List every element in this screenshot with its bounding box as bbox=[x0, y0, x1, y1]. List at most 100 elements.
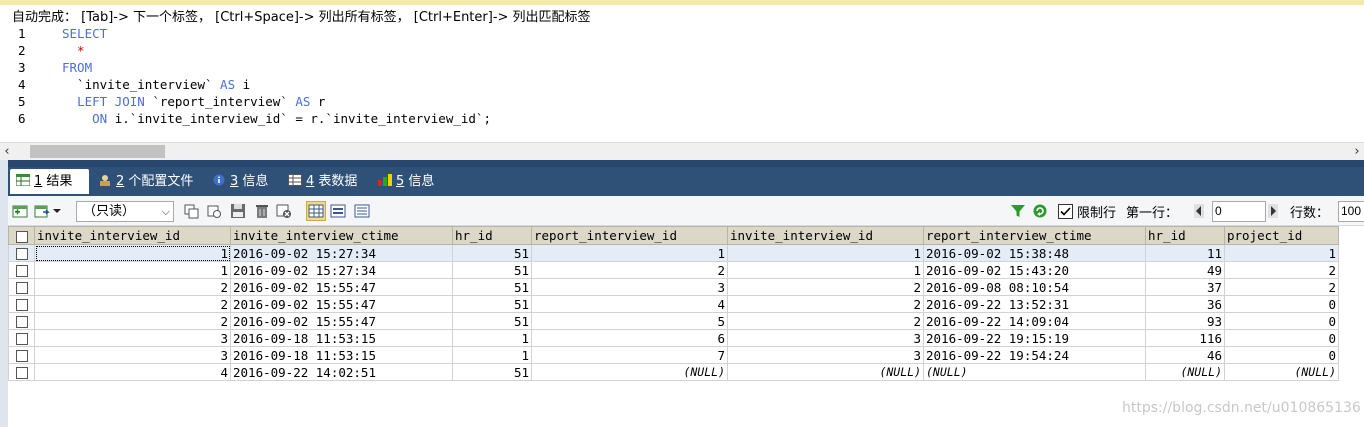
row-count-input[interactable] bbox=[1338, 201, 1364, 222]
table-cell[interactable]: 1 bbox=[34, 244, 231, 262]
table-cell[interactable]: 2 bbox=[34, 312, 231, 330]
save-icon[interactable] bbox=[230, 203, 246, 219]
table-cell[interactable]: 2016-09-22 13:52:31 bbox=[923, 295, 1146, 313]
table-cell[interactable]: 1 bbox=[452, 329, 532, 347]
table-cell[interactable]: 3 bbox=[34, 329, 231, 347]
table-cell[interactable]: (NULL) bbox=[923, 363, 1146, 381]
table-cell[interactable]: 2 bbox=[727, 278, 924, 296]
row-checkbox[interactable] bbox=[8, 346, 35, 364]
table-row[interactable]: 1 2016-09-02 15:27:34 51 1 1 2016-09-02 15:38… bbox=[8, 244, 1339, 262]
table-cell[interactable]: 2 bbox=[531, 261, 728, 279]
table-cell[interactable]: 46 bbox=[1145, 346, 1225, 364]
table-cell[interactable]: 0 bbox=[1224, 346, 1339, 364]
row-checkbox[interactable] bbox=[8, 363, 35, 381]
table-row[interactable]: 4 2016-09-22 14:02:51 51 (NULL) (NULL) (NULL)… bbox=[8, 363, 1339, 381]
tab-table-data[interactable]: 4 表数据 bbox=[282, 169, 357, 194]
table-row[interactable]: 2 2016-09-02 15:55:47 51 4 2 2016-09-22 13:52… bbox=[8, 295, 1339, 313]
delete-icon[interactable] bbox=[254, 203, 270, 219]
table-cell[interactable]: 116 bbox=[1145, 329, 1225, 347]
column-header[interactable]: hr_id bbox=[1145, 226, 1225, 245]
editor-line[interactable]: 2 * bbox=[0, 42, 1364, 59]
table-cell[interactable]: 3 bbox=[34, 346, 231, 364]
table-row[interactable]: 2 2016-09-02 15:55:47 51 3 2 2016-09-08 08:10… bbox=[8, 278, 1339, 296]
column-header[interactable]: project_id bbox=[1224, 226, 1339, 245]
editor-line[interactable]: 4 `invite_interview` AS i bbox=[0, 76, 1364, 93]
pane-divider[interactable] bbox=[0, 160, 1364, 167]
table-cell[interactable]: 1 bbox=[34, 261, 231, 279]
table-cell[interactable]: 2016-09-22 19:54:24 bbox=[923, 346, 1146, 364]
table-cell[interactable]: 6 bbox=[531, 329, 728, 347]
table-cell[interactable]: 2 bbox=[1224, 278, 1339, 296]
table-cell[interactable]: 51 bbox=[452, 363, 532, 381]
table-cell[interactable]: 1 bbox=[727, 261, 924, 279]
table-cell[interactable]: 0 bbox=[1224, 295, 1339, 313]
scroll-left-icon[interactable]: ‹ bbox=[0, 143, 14, 160]
table-cell[interactable]: 2 bbox=[727, 295, 924, 313]
select-all-checkbox[interactable] bbox=[8, 226, 35, 245]
tab-results[interactable]: 1 结果 bbox=[10, 169, 89, 194]
table-cell[interactable]: 2016-09-02 15:55:47 bbox=[230, 278, 453, 296]
row-checkbox[interactable] bbox=[8, 312, 35, 330]
table-cell[interactable]: 2 bbox=[34, 295, 231, 313]
column-header[interactable]: report_interview_id bbox=[531, 226, 728, 245]
column-header[interactable]: invite_interview_id bbox=[34, 226, 231, 245]
table-cell[interactable]: 5 bbox=[531, 312, 728, 330]
table-cell[interactable]: 0 bbox=[1224, 312, 1339, 330]
text-view-icon[interactable] bbox=[354, 203, 370, 219]
duplicate-icon[interactable] bbox=[206, 203, 222, 219]
table-cell[interactable]: 4 bbox=[531, 295, 728, 313]
table-cell[interactable]: 2016-09-22 19:15:19 bbox=[923, 329, 1146, 347]
table-cell[interactable]: 51 bbox=[452, 261, 532, 279]
editor-line[interactable]: 6 ON i.`invite_interview_id` = r.`invite… bbox=[0, 110, 1364, 127]
first-row-input[interactable] bbox=[1212, 201, 1266, 222]
next-page-icon[interactable] bbox=[1268, 204, 1278, 220]
sql-editor[interactable]: 1 SELECT 2 * 3 FROM 4 `invite_interview` AS i… bbox=[0, 24, 1364, 142]
table-cell[interactable]: 49 bbox=[1145, 261, 1225, 279]
table-cell[interactable]: 7 bbox=[531, 346, 728, 364]
table-cell[interactable]: (NULL) bbox=[1224, 363, 1339, 381]
table-cell[interactable]: 2 bbox=[727, 312, 924, 330]
export-icon[interactable] bbox=[34, 203, 50, 219]
table-cell[interactable]: 2 bbox=[34, 278, 231, 296]
editor-line[interactable]: 3 FROM bbox=[0, 59, 1364, 76]
table-cell[interactable]: 2016-09-02 15:55:47 bbox=[230, 295, 453, 313]
column-header[interactable]: hr_id bbox=[452, 226, 532, 245]
table-cell[interactable]: 2016-09-18 11:53:15 bbox=[230, 346, 453, 364]
table-cell[interactable]: 36 bbox=[1145, 295, 1225, 313]
table-cell[interactable]: 0 bbox=[1224, 329, 1339, 347]
table-cell[interactable]: (NULL) bbox=[1145, 363, 1225, 381]
table-cell[interactable]: (NULL) bbox=[727, 363, 924, 381]
refresh-icon[interactable] bbox=[1032, 203, 1048, 219]
table-cell[interactable]: 2016-09-18 11:53:15 bbox=[230, 329, 453, 347]
insert-row-icon[interactable] bbox=[12, 203, 28, 219]
editor-line[interactable]: 5 LEFT JOIN `report_interview` AS r bbox=[0, 93, 1364, 110]
table-cell[interactable]: 37 bbox=[1145, 278, 1225, 296]
table-cell[interactable]: 2016-09-08 08:10:54 bbox=[923, 278, 1146, 296]
row-checkbox[interactable] bbox=[8, 244, 35, 262]
row-checkbox[interactable] bbox=[8, 278, 35, 296]
table-cell[interactable]: 1 bbox=[452, 346, 532, 364]
table-cell[interactable]: 3 bbox=[727, 329, 924, 347]
table-cell[interactable]: 2016-09-02 15:27:34 bbox=[230, 261, 453, 279]
row-checkbox[interactable] bbox=[8, 261, 35, 279]
limit-rows-checkbox[interactable] bbox=[1058, 204, 1073, 219]
table-cell[interactable]: 51 bbox=[452, 278, 532, 296]
table-cell[interactable]: 2016-09-22 14:02:51 bbox=[230, 363, 453, 381]
table-row[interactable]: 2 2016-09-02 15:55:47 51 5 2 2016-09-22 14:09… bbox=[8, 312, 1339, 330]
table-cell[interactable]: 4 bbox=[34, 363, 231, 381]
table-cell[interactable]: 2016-09-02 15:43:20 bbox=[923, 261, 1146, 279]
table-cell[interactable]: (NULL) bbox=[531, 363, 728, 381]
table-cell[interactable]: 51 bbox=[452, 244, 532, 262]
table-cell[interactable]: 3 bbox=[531, 278, 728, 296]
tab-info[interactable]: 3 信息 bbox=[206, 169, 268, 194]
table-cell[interactable]: 51 bbox=[452, 312, 532, 330]
readonly-select[interactable]: （只读） ⌵ bbox=[76, 201, 174, 222]
table-cell[interactable]: 3 bbox=[727, 346, 924, 364]
table-cell[interactable]: 2016-09-02 15:38:48 bbox=[923, 244, 1146, 262]
scroll-right-icon[interactable]: › bbox=[1350, 143, 1364, 160]
table-row[interactable]: 1 2016-09-02 15:27:34 51 2 1 2016-09-02 15:43… bbox=[8, 261, 1339, 279]
table-cell[interactable]: 51 bbox=[452, 295, 532, 313]
row-checkbox[interactable] bbox=[8, 295, 35, 313]
chevron-down-icon[interactable] bbox=[52, 203, 62, 219]
table-cell[interactable]: 2016-09-02 15:27:34 bbox=[230, 244, 453, 262]
